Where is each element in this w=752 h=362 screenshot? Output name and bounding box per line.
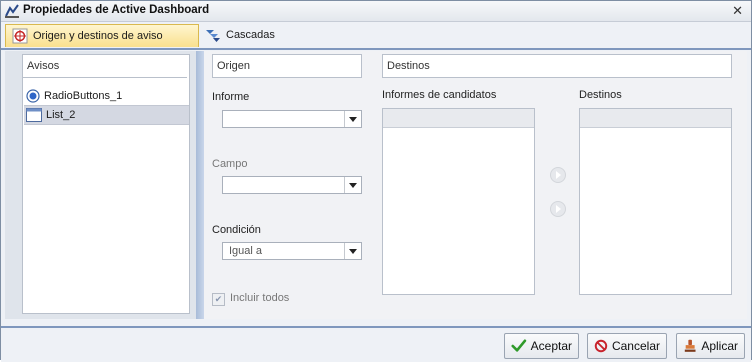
tab-origen-destinos-label: Origen y destinos de aviso	[33, 30, 163, 42]
campo-label: Campo	[212, 158, 248, 170]
dialog-footer: Aceptar Cancelar Aplicar	[1, 326, 751, 362]
tab-content: Avisos RadioButtons_1 List_2 Origen Dest…	[5, 51, 747, 319]
candidates-listbox[interactable]	[382, 108, 535, 295]
cancel-label: Cancelar	[611, 339, 660, 353]
move-right-arrow-icon[interactable]	[550, 201, 566, 217]
list-item-label: List_2	[46, 109, 76, 121]
condicion-dropdown[interactable]: Igual a	[222, 242, 362, 260]
include-all-checkbox[interactable]: ✔	[212, 293, 225, 306]
campo-dropdown[interactable]	[222, 176, 362, 194]
properties-dialog: Propiedades de Active Dashboard ✕ Origen…	[0, 0, 752, 362]
tab-bar: Origen y destinos de aviso Cascadas	[1, 22, 751, 50]
list-item-radiobuttons[interactable]: RadioButtons_1	[24, 87, 189, 105]
destinos-header: Destinos	[382, 54, 732, 78]
avisos-header: Avisos	[23, 55, 187, 78]
cascade-icon	[206, 30, 220, 42]
tab-cascadas[interactable]: Cascadas	[199, 24, 281, 46]
radio-button-icon	[26, 89, 40, 103]
chevron-down-icon[interactable]	[344, 243, 361, 259]
move-right-arrow-icon[interactable]	[550, 167, 566, 183]
targets-label: Destinos	[579, 89, 622, 101]
title-bar: Propiedades de Active Dashboard ✕	[1, 1, 751, 22]
cancel-icon	[594, 339, 608, 353]
targets-list-header	[580, 109, 731, 128]
accept-button[interactable]: Aceptar	[504, 333, 579, 359]
tab-origen-destinos[interactable]: Origen y destinos de aviso	[5, 24, 199, 47]
list-icon	[26, 108, 42, 122]
tab-cascadas-label: Cascadas	[226, 29, 275, 41]
checkmark-icon	[511, 339, 527, 352]
window-title: Propiedades de Active Dashboard	[23, 4, 210, 16]
dashboard-app-icon	[5, 4, 19, 18]
accept-label: Aceptar	[530, 339, 572, 353]
splitter[interactable]	[196, 51, 204, 319]
avisos-panel: Avisos RadioButtons_1 List_2	[22, 54, 190, 314]
apply-label: Aplicar	[701, 339, 738, 353]
include-all-label: Incluir todos	[230, 292, 290, 304]
cancel-button[interactable]: Cancelar	[587, 333, 667, 359]
origen-header: Origen	[212, 54, 362, 78]
chevron-down-icon[interactable]	[344, 177, 361, 193]
config-panel: Origen Destinos Informe Campo Condición …	[204, 51, 747, 319]
targets-listbox[interactable]	[579, 108, 732, 295]
candidates-label: Informes de candidatos	[382, 89, 497, 101]
close-icon[interactable]: ✕	[732, 3, 743, 19]
stamp-icon	[684, 339, 696, 352]
chevron-down-icon[interactable]	[344, 111, 361, 127]
condicion-value: Igual a	[229, 245, 263, 257]
target-icon	[12, 28, 28, 44]
list-item-label: RadioButtons_1	[44, 90, 123, 102]
list-item-list2[interactable]: List_2	[24, 105, 189, 125]
apply-button[interactable]: Aplicar	[676, 333, 745, 359]
condicion-label: Condición	[212, 224, 261, 236]
informe-dropdown[interactable]	[222, 110, 362, 128]
candidates-list-header	[383, 109, 534, 128]
informe-label: Informe	[212, 91, 250, 103]
